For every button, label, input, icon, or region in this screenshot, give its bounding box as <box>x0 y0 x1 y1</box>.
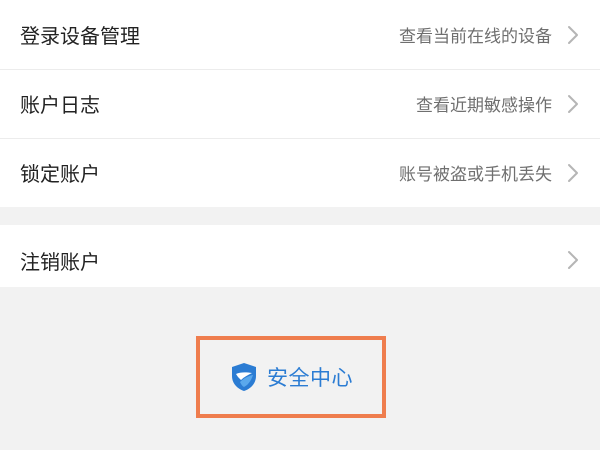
account-log-row[interactable]: 账户日志 查看近期敏感操作 <box>0 69 600 138</box>
account-log-desc: 查看近期敏感操作 <box>416 96 552 116</box>
security-center-link[interactable]: 安全中心 <box>196 336 386 418</box>
lock-account-label: 锁定账户 <box>20 162 100 186</box>
chevron-right-icon <box>568 251 578 269</box>
account-settings-list: 登录设备管理 查看当前在线的设备 账户日志 查看近期敏感操作 锁定账户 账号被盗… <box>0 0 600 207</box>
device-management-row[interactable]: 登录设备管理 查看当前在线的设备 <box>0 0 600 69</box>
cancel-account-group: 注销账户 <box>0 225 600 295</box>
chevron-right-icon <box>568 25 578 44</box>
cancel-account-row[interactable]: 注销账户 <box>0 225 600 295</box>
shield-icon <box>232 363 256 391</box>
device-management-label: 登录设备管理 <box>20 24 140 48</box>
account-log-label: 账户日志 <box>20 93 100 117</box>
device-management-desc: 查看当前在线的设备 <box>399 27 552 47</box>
security-center-content: 安全中心 <box>229 361 353 393</box>
chevron-right-icon <box>568 163 578 182</box>
chevron-right-icon <box>568 94 578 113</box>
section-gap <box>0 207 600 225</box>
cancel-account-label: 注销账户 <box>20 249 100 274</box>
lock-account-desc: 账号被盗或手机丢失 <box>399 165 552 185</box>
security-center-label: 安全中心 <box>267 366 353 390</box>
lock-account-row[interactable]: 锁定账户 账号被盗或手机丢失 <box>0 138 600 207</box>
